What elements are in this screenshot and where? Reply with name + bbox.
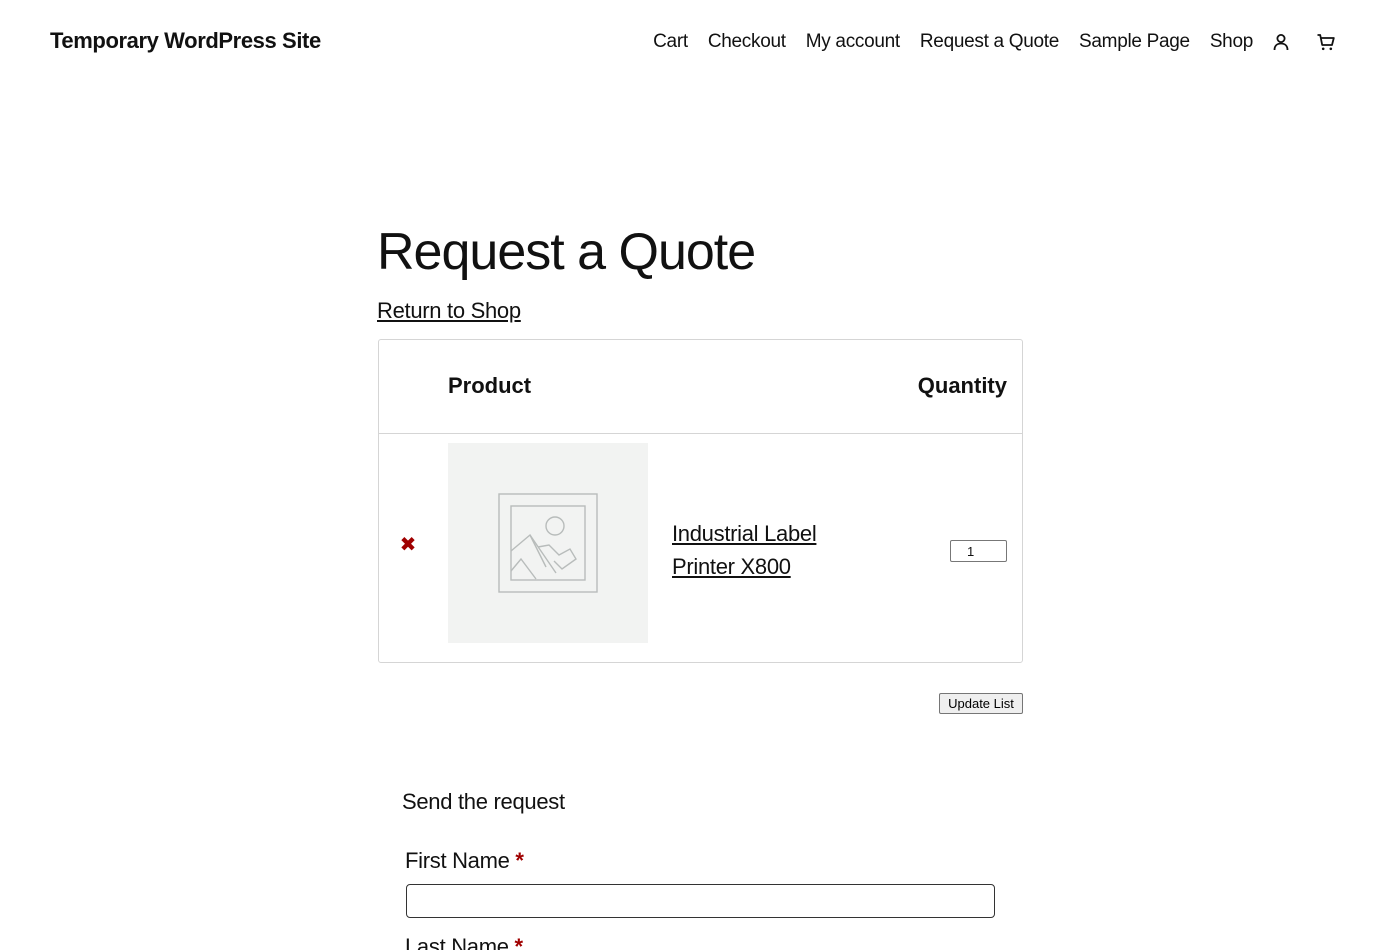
required-marker: * <box>515 848 524 873</box>
quote-table: Product Quantity ✖ Industrial Label Prin… <box>378 339 1023 663</box>
main-nav: Cart Checkout My account Request a Quote… <box>653 30 1338 54</box>
nav-cart[interactable]: Cart <box>653 31 688 53</box>
cart-icon[interactable] <box>1314 30 1338 54</box>
first-name-field[interactable] <box>406 884 995 918</box>
return-to-shop-link[interactable]: Return to Shop <box>377 298 521 324</box>
table-header: Product Quantity <box>379 340 1022 434</box>
user-icon[interactable] <box>1269 30 1293 54</box>
table-row: ✖ Industrial Label Printer X800 <box>379 434 1022 662</box>
product-thumbnail[interactable] <box>448 443 648 643</box>
nav-shop[interactable]: Shop <box>1210 31 1253 53</box>
quantity-column-header: Quantity <box>917 373 1007 398</box>
product-column-header: Product <box>448 373 532 398</box>
nav-sample-page[interactable]: Sample Page <box>1079 31 1190 53</box>
site-header: Temporary WordPress Site Cart Checkout M… <box>0 0 1400 85</box>
nav-checkout[interactable]: Checkout <box>708 31 786 53</box>
product-name-link[interactable]: Industrial Label Printer X800 <box>672 517 872 583</box>
form-heading: Send the request <box>402 789 565 814</box>
last-name-label: Last Name * <box>405 934 523 950</box>
remove-item-icon[interactable]: ✖ <box>399 535 417 555</box>
site-title[interactable]: Temporary WordPress Site <box>50 28 321 54</box>
first-name-label-text: First Name <box>405 848 510 873</box>
required-marker: * <box>514 934 524 950</box>
last-name-label-text: Last Name <box>405 934 509 950</box>
quantity-input[interactable] <box>950 540 1007 562</box>
nav-my-account[interactable]: My account <box>806 31 900 53</box>
image-placeholder-icon <box>498 493 598 593</box>
update-list-button[interactable]: Update List <box>939 693 1023 714</box>
nav-request-a-quote[interactable]: Request a Quote <box>920 31 1059 53</box>
page-title: Request a Quote <box>377 223 756 281</box>
first-name-label: First Name * <box>405 848 524 874</box>
